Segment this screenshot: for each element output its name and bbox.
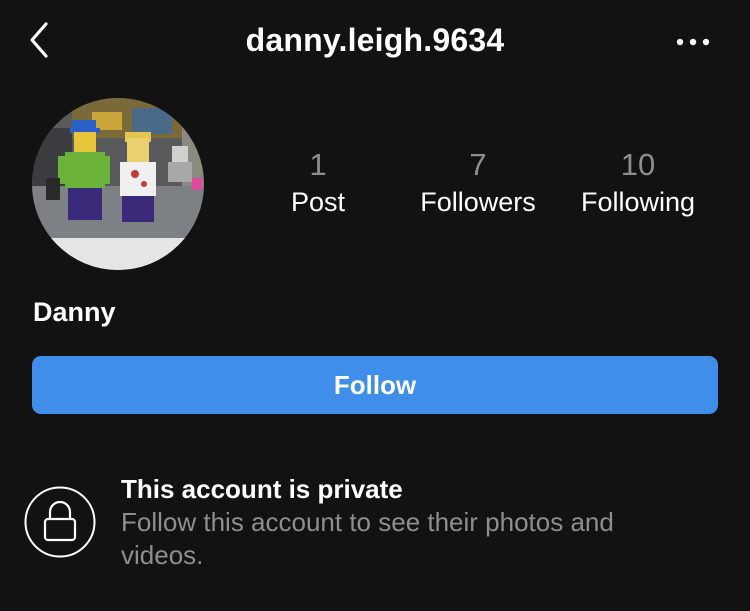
private-account-description: Follow this account to see their photos … [121, 507, 614, 570]
more-options-button[interactable] [674, 32, 714, 52]
followers-count[interactable]: 7 Followers [405, 146, 551, 220]
profile-header: danny.leigh.9634 [0, 0, 750, 86]
followers-count-number: 7 [469, 147, 487, 182]
private-lock-badge [24, 486, 96, 558]
follow-button[interactable]: Follow [32, 356, 718, 414]
lock-icon [24, 486, 96, 558]
posts-count[interactable]: 1 Post [268, 146, 368, 220]
following-count-number: 10 [620, 147, 656, 182]
private-account-title: This account is private [121, 474, 403, 504]
following-count[interactable]: 10 Following [568, 146, 708, 220]
more-horizontal-icon[interactable] [674, 32, 714, 52]
avatar[interactable] [32, 98, 204, 270]
posts-count-number: 1 [309, 147, 327, 182]
following-count-label: Following [580, 187, 696, 217]
profile-photo [32, 98, 204, 270]
followers-count-label: Followers [420, 187, 536, 217]
profile-display-name: Danny [33, 297, 116, 327]
posts-count-label: Post [290, 187, 346, 217]
profile-username-title: danny.leigh.9634 [245, 22, 505, 58]
